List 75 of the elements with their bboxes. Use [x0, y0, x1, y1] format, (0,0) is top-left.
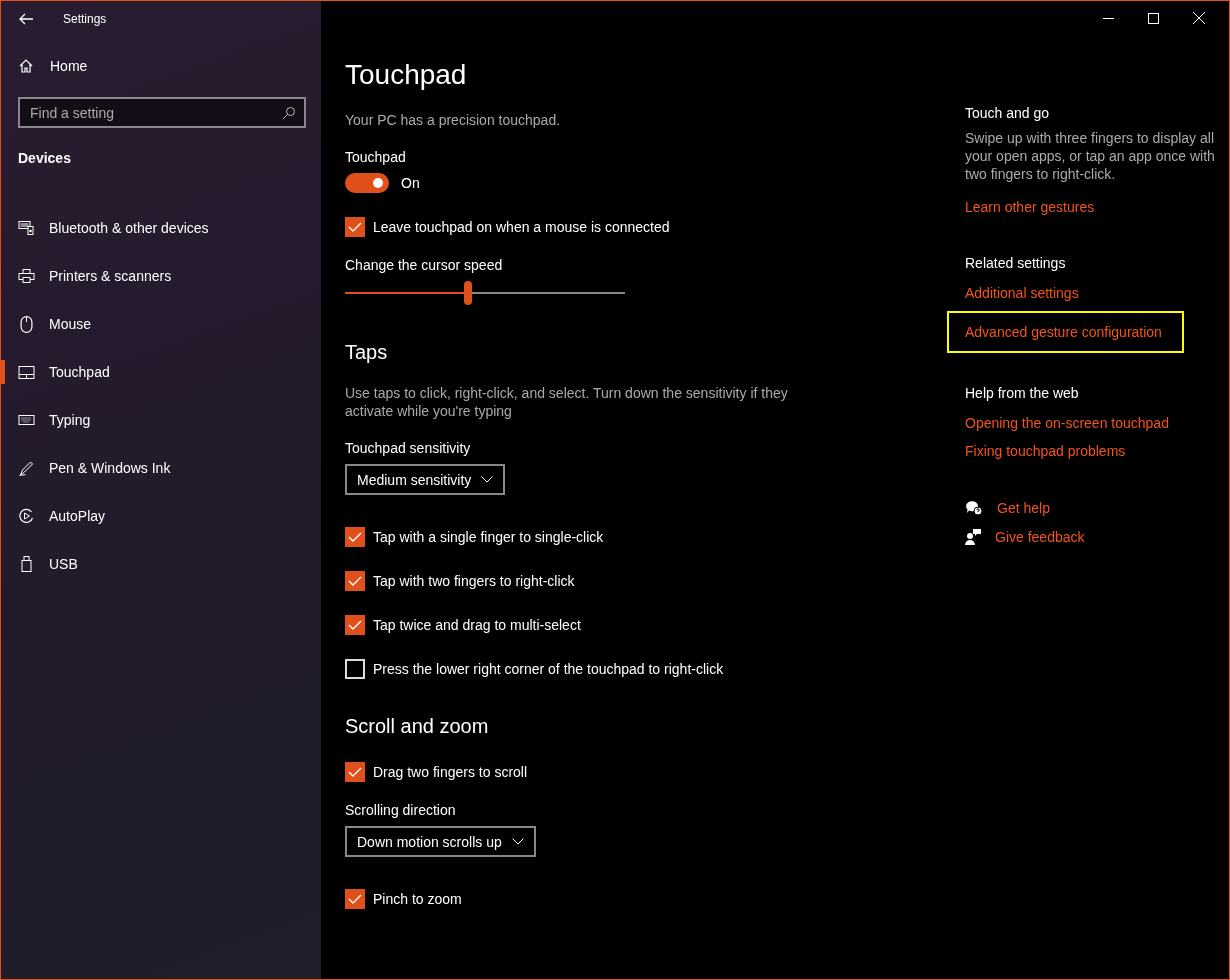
- search-icon: [282, 106, 296, 120]
- checkmark-icon: [348, 576, 362, 586]
- checkbox-label: Pinch to zoom: [373, 891, 462, 907]
- link[interactable]: Advanced gesture configuration: [949, 313, 1182, 351]
- nav-item[interactable]: AutoPlay: [1, 492, 321, 540]
- keyboard-speaker-icon: [18, 220, 35, 236]
- mouse-icon: [18, 315, 35, 333]
- checkbox[interactable]: [345, 571, 365, 591]
- autoplay-icon: [18, 508, 35, 524]
- group-description: Swipe up with three fingers to display all your open apps, or tap an app once with two fingers to right-click.: [965, 129, 1215, 183]
- checkmark-icon: [348, 620, 362, 630]
- link[interactable]: Fixing touchpad problems: [965, 437, 1126, 465]
- slider-label: Change the cursor speed: [345, 257, 503, 273]
- minimize-icon[interactable]: [1103, 17, 1114, 19]
- chevron-down-icon: [511, 838, 524, 845]
- back-arrow-icon[interactable]: [19, 12, 33, 25]
- nav-item[interactable]: Bluetooth & other devices: [1, 204, 321, 252]
- close-icon[interactable]: [1193, 12, 1205, 24]
- checkbox-label: Press the lower right corner of the touchpad to right-click: [373, 661, 724, 677]
- pen-icon: [18, 460, 35, 476]
- nav-item[interactable]: Printers & scanners: [1, 252, 321, 300]
- checkbox-label: Leave touchpad on when a mouse is connected: [373, 219, 670, 235]
- checkmark-icon: [348, 767, 362, 777]
- checkmark-icon: [348, 222, 362, 232]
- checkbox[interactable]: [345, 889, 365, 909]
- checkbox[interactable]: [345, 615, 365, 635]
- home-icon: [18, 58, 34, 74]
- dropdown-label: Touchpad sensitivity: [345, 440, 471, 456]
- group-heading: Touch and go: [965, 105, 1050, 121]
- checkbox-label: Tap twice and drag to multi-select: [373, 617, 581, 633]
- nav-item[interactable]: Pen & Windows Ink: [1, 444, 321, 492]
- touchpad-icon: [18, 365, 35, 379]
- dropdown-label: Scrolling direction: [345, 802, 456, 818]
- toggle-switch[interactable]: [345, 173, 389, 193]
- checkbox-label: Tap with two fingers to right-click: [373, 573, 575, 589]
- nav-item[interactable]: Typing: [1, 396, 321, 444]
- checkbox-label: Tap with a single finger to single-click: [373, 529, 604, 545]
- nav-item[interactable]: Mouse: [1, 300, 321, 348]
- nav-item[interactable]: USB: [1, 540, 321, 588]
- group-heading: Related settings: [965, 255, 1066, 271]
- printer-icon: [18, 268, 35, 284]
- checkmark-icon: [348, 894, 362, 904]
- checkbox[interactable]: [345, 762, 365, 782]
- chat-question-icon: [965, 499, 983, 516]
- window-title: Settings: [63, 11, 107, 26]
- checkbox[interactable]: [345, 527, 365, 547]
- help-link[interactable]: Get help: [965, 499, 1050, 516]
- section-heading: Scroll and zoom: [345, 715, 490, 738]
- section-heading: Devices: [18, 150, 71, 166]
- toggle-state: On: [401, 175, 420, 191]
- home-link[interactable]: Home: [18, 58, 88, 74]
- link[interactable]: Opening the on-screen touchpad: [965, 409, 1169, 437]
- description-text: Use taps to click, right-click, and select. Turn down the sensitivity if they activate while you're typing: [345, 384, 789, 420]
- link[interactable]: Additional settings: [965, 279, 1079, 307]
- checkbox-label: Drag two fingers to scroll: [373, 764, 528, 780]
- chevron-down-icon: [481, 476, 494, 483]
- section-heading: Taps: [345, 341, 389, 364]
- link[interactable]: Learn other gestures: [965, 193, 1095, 221]
- nav-item[interactable]: Touchpad: [1, 348, 321, 396]
- slider-thumb[interactable]: [464, 281, 473, 305]
- checkmark-icon: [348, 532, 362, 542]
- usb-icon: [18, 556, 35, 572]
- dropdown[interactable]: Down motion scrolls up: [345, 826, 536, 857]
- slider-track[interactable]: [345, 281, 625, 305]
- keyboard-icon: [18, 415, 35, 425]
- maximize-icon[interactable]: [1148, 12, 1159, 24]
- dropdown[interactable]: Medium sensitivity: [345, 464, 506, 495]
- search-field[interactable]: Find a setting: [18, 97, 306, 128]
- group-heading: Help from the web: [965, 385, 1079, 401]
- person-feedback-icon: [965, 528, 981, 545]
- help-link[interactable]: Give feedback: [965, 528, 1085, 545]
- description-text: Your PC has a precision touchpad.: [345, 111, 562, 129]
- checkbox[interactable]: [345, 217, 365, 237]
- page-title: Touchpad: [345, 59, 468, 91]
- toggle-label: Touchpad: [345, 149, 406, 165]
